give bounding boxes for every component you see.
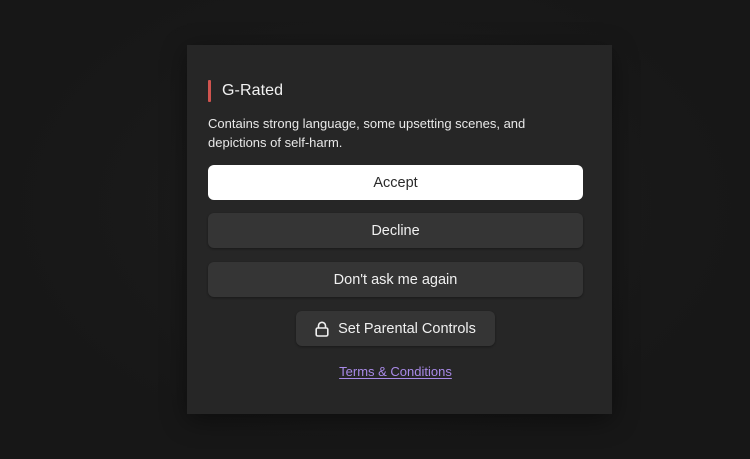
dialog-header: G-Rated — [208, 79, 583, 102]
dont-ask-again-button[interactable]: Don't ask me again — [208, 262, 583, 297]
terms-link[interactable]: Terms & Conditions — [339, 364, 452, 379]
content-rating-dialog: G-Rated Contains strong language, some u… — [187, 45, 612, 414]
dont-ask-again-label: Don't ask me again — [333, 271, 458, 288]
lock-icon — [315, 321, 329, 337]
parental-controls-label: Set Parental Controls — [338, 320, 476, 337]
terms-row: Terms & Conditions — [208, 363, 583, 381]
set-parental-controls-button[interactable]: Set Parental Controls — [296, 311, 495, 346]
rating-description: Contains strong language, some upsetting… — [208, 116, 526, 150]
decline-button-label: Decline — [371, 222, 420, 239]
accept-button[interactable]: Accept — [208, 165, 583, 200]
parental-controls-row: Set Parental Controls — [208, 297, 583, 346]
dialog-title: G-Rated — [222, 81, 284, 99]
decline-button[interactable]: Decline — [208, 213, 583, 248]
accept-button-label: Accept — [373, 174, 418, 191]
accent-bar — [208, 79, 211, 102]
